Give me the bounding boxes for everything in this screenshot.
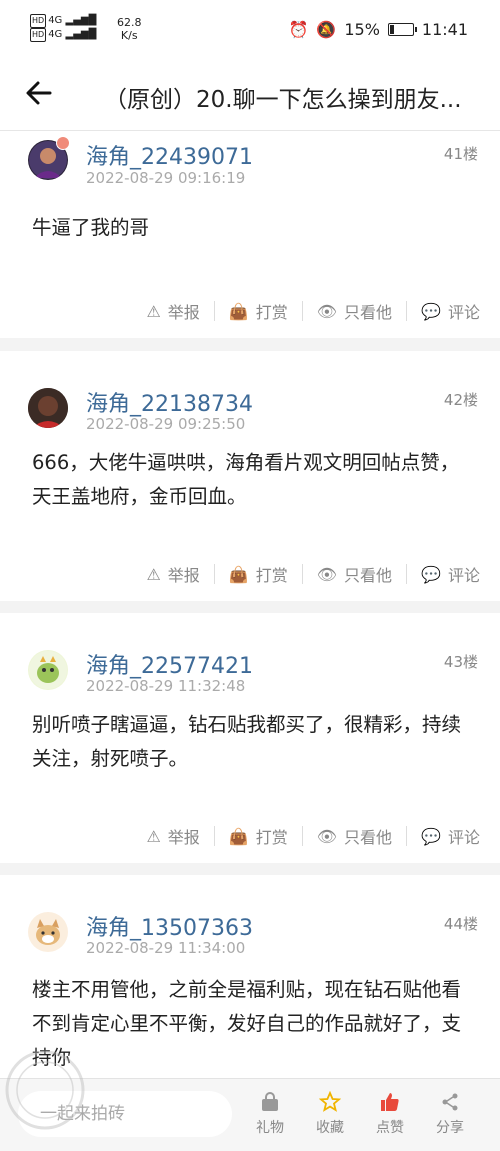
avatar[interactable] — [28, 650, 68, 690]
warning-icon: ⚠ — [146, 301, 161, 321]
tip-button[interactable]: 👜 打赏 — [215, 824, 302, 848]
post-content: 别听喷子瞎逼逼，钻石贴我都买了，很精彩，持续关注，射死喷子。 — [32, 713, 462, 770]
clock: 11:41 — [421, 20, 468, 39]
post-time: 2022-08-29 09:25:50 — [86, 415, 246, 433]
avatar[interactable] — [28, 388, 68, 428]
status-bar: HD 4G ▂▄▆█ HD 4G ▂▄▆█ 62.8 K/s ⏰ 🔕 15% 11:… — [0, 0, 500, 60]
warning-icon: ⚠ — [146, 564, 161, 584]
comment-icon: 💬 — [421, 826, 441, 846]
report-button[interactable]: ⚠ 举报 — [132, 562, 213, 586]
favorite-button[interactable]: 收藏 — [303, 1091, 357, 1137]
signal-icon: ▂▄▆█ — [65, 15, 97, 26]
badge-icon — [56, 136, 70, 150]
only-him-button[interactable]: 👁 只看他 — [303, 299, 406, 323]
list-item: 海角_22439071 2022-08-29 09:16:19 41楼 牛逼了我… — [0, 131, 500, 338]
page-title: （原创）20.聊一下怎么操到朋友... — [104, 87, 462, 113]
tip-button[interactable]: 👜 打赏 — [215, 562, 302, 586]
network-speed: 62.8 K/s — [117, 16, 142, 42]
mute-icon: 🔕 — [316, 20, 337, 39]
gift-bag-icon — [262, 1092, 278, 1111]
floor-number: 41楼 — [443, 145, 478, 163]
floor-number: 44楼 — [443, 915, 478, 933]
gift-bag-icon: 👜 — [228, 301, 249, 321]
like-button[interactable]: 点赞 — [363, 1091, 417, 1137]
signal-icon: ▂▄▆█ — [65, 29, 97, 40]
comment-button[interactable]: 💬 评论 — [407, 299, 480, 323]
battery-percent: 15% — [344, 20, 380, 39]
gift-bag-icon: 👜 — [228, 564, 249, 584]
only-him-button[interactable]: 👁 只看他 — [303, 562, 406, 586]
share-icon — [442, 1093, 458, 1111]
floor-number: 42楼 — [443, 391, 478, 409]
battery-icon — [387, 23, 417, 36]
post-time: 2022-08-29 09:16:19 — [86, 169, 246, 187]
list-item: 海角_22577421 2022-08-29 11:32:48 43楼 别听喷子… — [0, 613, 500, 863]
avatar[interactable] — [28, 912, 68, 952]
star-icon — [319, 1091, 341, 1112]
share-button[interactable]: 分享 — [423, 1091, 477, 1137]
username[interactable]: 海角_22439071 — [86, 139, 253, 171]
username[interactable]: 海角_22138734 — [86, 386, 253, 418]
alarm-icon: ⏰ — [288, 20, 309, 39]
report-button[interactable]: ⚠ 举报 — [132, 299, 213, 323]
top-header: （原创）20.聊一下怎么操到朋友... — [0, 60, 500, 131]
tip-button[interactable]: 👜 打赏 — [215, 299, 302, 323]
eye-icon: 👁 — [316, 826, 338, 846]
signal-indicators: HD 4G ▂▄▆█ HD 4G ▂▄▆█ — [30, 14, 97, 42]
comment-button[interactable]: 💬 评论 — [407, 824, 480, 848]
thumbs-up-icon — [381, 1093, 399, 1111]
report-button[interactable]: ⚠ 举报 — [132, 824, 213, 848]
only-him-button[interactable]: 👁 只看他 — [303, 824, 406, 848]
eye-icon: 👁 — [316, 301, 338, 321]
gift-bag-icon: 👜 — [228, 826, 249, 846]
username[interactable]: 海角_13507363 — [86, 910, 253, 942]
eye-icon: 👁 — [316, 564, 338, 584]
back-arrow-icon[interactable] — [24, 78, 54, 108]
comment-button[interactable]: 💬 评论 — [407, 562, 480, 586]
gift-button[interactable]: 礼物 — [243, 1091, 297, 1137]
floor-number: 43楼 — [443, 653, 478, 671]
post-time: 2022-08-29 11:34:00 — [86, 939, 246, 957]
list-item: 海角_22138734 2022-08-29 09:25:50 42楼 666，… — [0, 351, 500, 601]
warning-icon: ⚠ — [146, 826, 161, 846]
username[interactable]: 海角_22577421 — [86, 648, 253, 680]
comment-icon: 💬 — [421, 301, 441, 321]
watermark-seal-icon — [5, 1050, 85, 1130]
post-content: 牛逼了我的哥 — [32, 216, 150, 239]
post-time: 2022-08-29 11:32:48 — [86, 677, 246, 695]
comment-icon: 💬 — [421, 564, 441, 584]
post-content: 666，大佬牛逼哄哄，海角看片观文明回帖点赞，天王盖地府，金币回血。 — [32, 451, 460, 508]
